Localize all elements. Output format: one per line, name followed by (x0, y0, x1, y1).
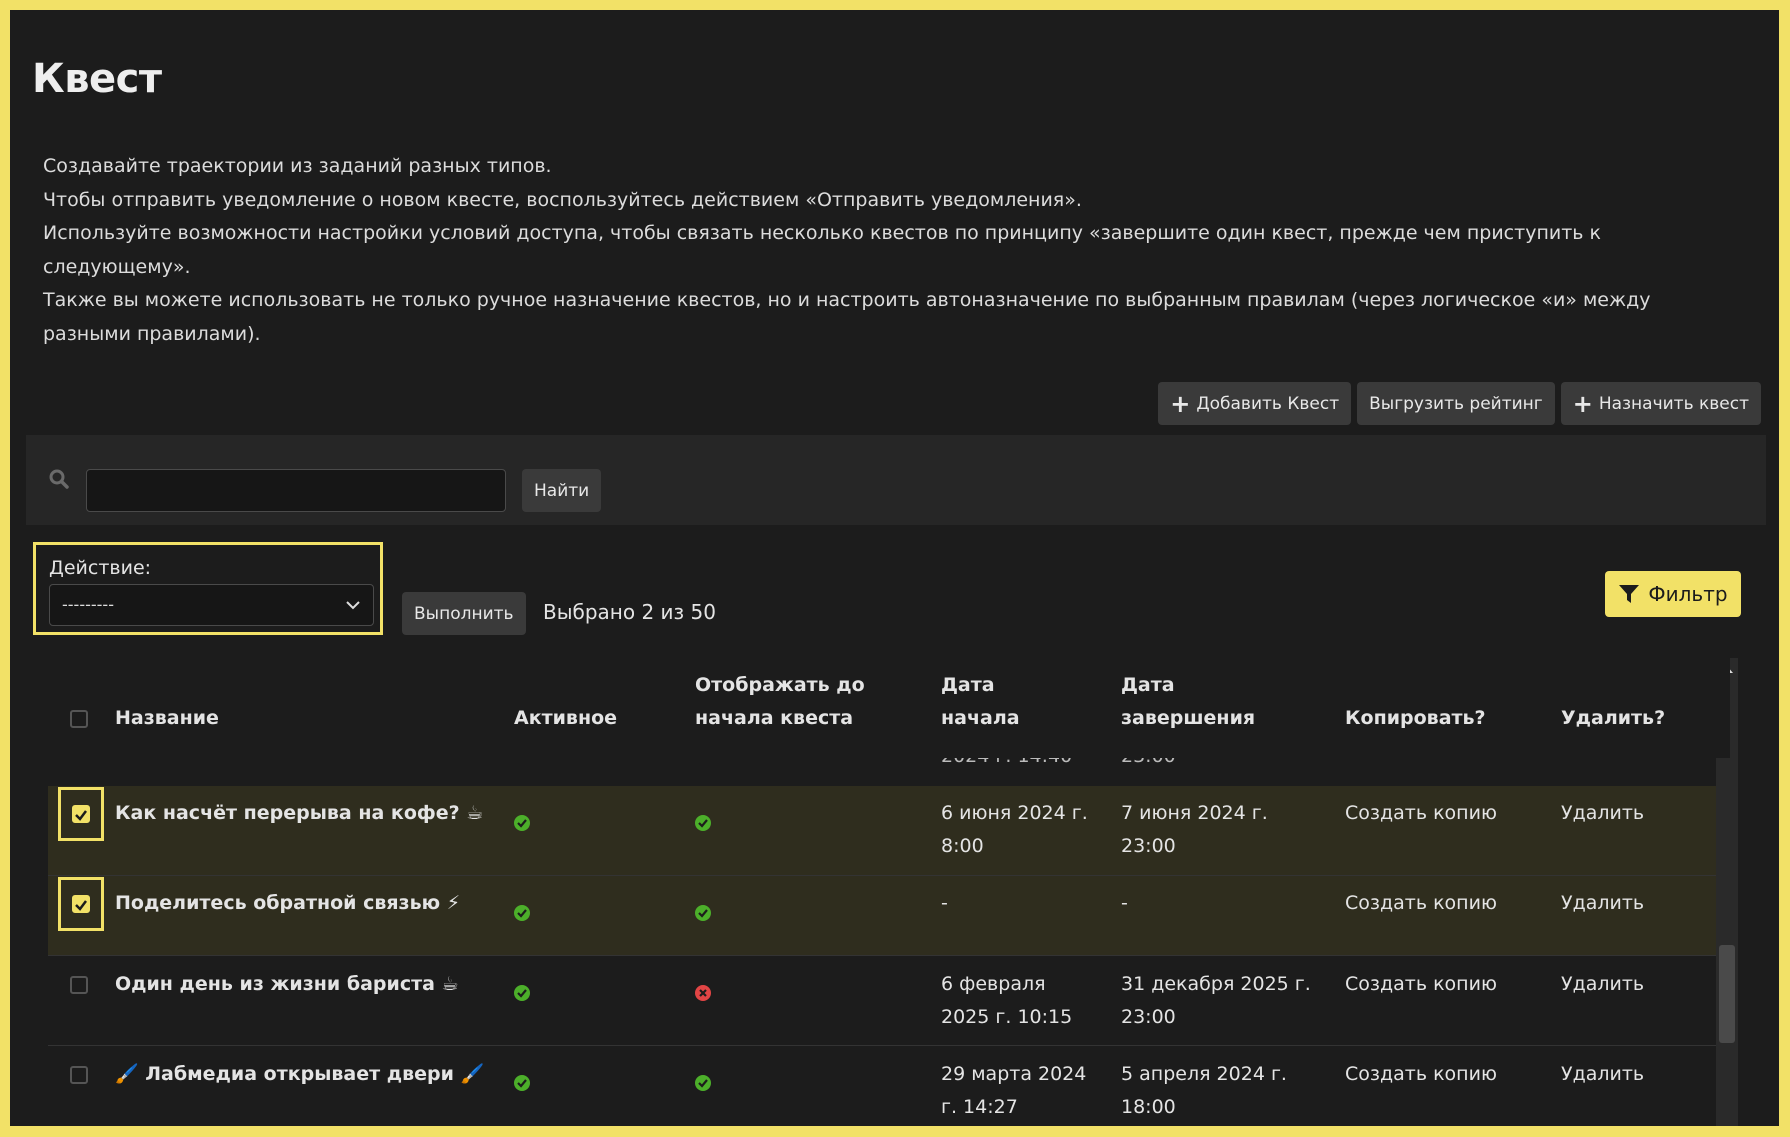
export-rating-button[interactable]: Выгрузить рейтинг (1357, 382, 1555, 425)
end-date-line: 23:00 (1121, 1006, 1176, 1028)
end-date-line: 7 июня 2024 г. (1121, 802, 1268, 824)
active-yes-icon (514, 1075, 530, 1091)
run-action-button[interactable]: Выполнить (402, 592, 526, 635)
column-header-text: Отображать до (695, 674, 865, 696)
start-date-line: 8:00 (941, 835, 984, 857)
column-header-name[interactable]: Название (115, 702, 219, 735)
delete-link[interactable]: Удалить (1561, 1058, 1644, 1091)
checkmark-icon (75, 900, 87, 911)
search-button[interactable]: Найти (522, 469, 602, 512)
start-date: 29 марта 2024 г. 14:27 (941, 1058, 1086, 1124)
action-selector: Действие: --------- (33, 542, 383, 635)
checkmark-icon (75, 810, 87, 821)
filter-label: Фильтр (1648, 582, 1728, 606)
create-copy-link[interactable]: Создать копию (1345, 1058, 1497, 1091)
active-yes-icon (514, 985, 530, 1001)
row-checkbox[interactable] (70, 976, 88, 994)
end-date: 5 апреля 2024 г. 18:00 (1121, 1058, 1287, 1124)
table-row[interactable]: Как насчёт перерыва на кофе? ☕ 6 июня 20… (48, 786, 1724, 876)
row-checkbox[interactable] (72, 805, 90, 823)
create-copy-link[interactable]: Создать копию (1345, 968, 1497, 1001)
search-icon (49, 469, 69, 489)
start-date-line: 2025 г. 10:15 (941, 1006, 1073, 1028)
column-header-copy: Копировать? (1345, 707, 1486, 729)
start-date-line: г. 14:27 (941, 1096, 1018, 1118)
plus-icon: + (1572, 389, 1593, 418)
column-header-active[interactable]: Активное (514, 702, 617, 735)
create-copy-link[interactable]: Создать копию (1345, 797, 1497, 830)
row-checkbox[interactable] (70, 1066, 88, 1084)
column-header-text: завершения (1121, 707, 1256, 729)
create-copy-link[interactable]: Создать копию (1345, 887, 1497, 920)
chevron-down-icon (346, 601, 360, 610)
quest-name-link[interactable]: 🖌️ Лабмедиа открывает двери 🖌️ (115, 1058, 484, 1091)
add-quest-button[interactable]: + Добавить Квест (1158, 382, 1352, 425)
description-line: Также вы можете использовать не только р… (43, 289, 1651, 345)
description-line: Создавайте траектории из заданий разных … (43, 155, 552, 177)
column-header-text: Дата (941, 674, 995, 696)
end-date: 7 июня 2024 г. 23:00 (1121, 797, 1268, 863)
search-button-label: Найти (534, 480, 590, 501)
scroll-thumb[interactable] (1719, 945, 1735, 1043)
end-date: 31 декабря 2025 г. 23:00 (1121, 968, 1311, 1034)
start-date-line: 29 марта 2024 (941, 1063, 1087, 1085)
delete-link[interactable]: Удалить (1561, 797, 1644, 830)
table-header: Название Активное Отображать до начала к… (48, 658, 1730, 758)
column-header-start-date[interactable]: Дата начала (941, 669, 1020, 735)
quest-name-link[interactable]: Поделитесь обратной связью ⚡ (115, 887, 460, 920)
end-date-line: 23:00 (1121, 835, 1176, 857)
delete-link[interactable]: Удалить (1561, 968, 1644, 1001)
assign-quest-label: Назначить квест (1598, 393, 1749, 414)
add-quest-label: Добавить Квест (1196, 393, 1340, 414)
action-select[interactable]: --------- (49, 584, 374, 626)
table-row[interactable]: Один день из жизни бариста ☕ 6 февраля 2… (48, 956, 1724, 1046)
export-rating-label: Выгрузить рейтинг (1369, 393, 1543, 414)
assign-quest-button[interactable]: + Назначить квест (1560, 382, 1761, 425)
start-date: - (941, 892, 948, 914)
filter-button[interactable]: Фильтр (1605, 571, 1741, 617)
object-tools: + Добавить Квест Выгрузить рейтинг + Наз… (1158, 382, 1761, 425)
search-bar: Найти (26, 435, 1766, 525)
delete-link[interactable]: Удалить (1561, 887, 1644, 920)
start-date-line: 6 июня 2024 г. (941, 802, 1088, 824)
column-header-text: Дата (1121, 674, 1175, 696)
show-before-yes-icon (695, 905, 711, 921)
search-input[interactable] (86, 469, 506, 512)
column-header-end-date[interactable]: Дата завершения (1121, 669, 1255, 735)
show-before-yes-icon (695, 815, 711, 831)
selection-counter: Выбрано 2 из 50 (543, 600, 716, 624)
action-label: Действие: (49, 557, 152, 579)
row-checkbox[interactable] (72, 895, 90, 913)
filter-icon (1619, 585, 1640, 603)
start-date-line: 6 февраля (941, 973, 1046, 995)
admin-page: Квест Создавайте траектории из заданий р… (10, 10, 1779, 1126)
quest-name-link[interactable]: Один день из жизни бариста ☕ (115, 968, 459, 1001)
quest-name-link[interactable]: Как насчёт перерыва на кофе? ☕ (115, 797, 483, 830)
description-line: Используйте возможности настройки услови… (43, 222, 1601, 278)
page-description: Создавайте траектории из заданий разных … (43, 150, 1743, 351)
table-row[interactable]: Поделитесь обратной связью ⚡ - - Создать… (48, 876, 1724, 956)
end-date: - (1121, 892, 1128, 914)
column-header-text: начала квеста (695, 707, 854, 729)
active-yes-icon (514, 815, 530, 831)
plus-icon: + (1170, 389, 1191, 418)
show-before-yes-icon (695, 1075, 711, 1091)
column-header-delete: Удалить? (1561, 707, 1666, 729)
end-date-line: 31 декабря 2025 г. (1121, 973, 1311, 995)
active-yes-icon (514, 905, 530, 921)
table-row[interactable]: 🖌️ Лабмедиа открывает двери 🖌️ 29 марта … (48, 1046, 1724, 1126)
start-date: 6 февраля 2025 г. 10:15 (941, 968, 1072, 1034)
action-select-value: --------- (62, 595, 114, 614)
select-all-checkbox[interactable] (70, 710, 88, 728)
description-line: Чтобы отправить уведомление о новом квес… (43, 188, 1082, 211)
show-before-no-icon (695, 985, 711, 1001)
end-date-line: 18:00 (1121, 1096, 1176, 1118)
quest-table: Название Активное Отображать до начала к… (48, 658, 1730, 1126)
end-date-line: 5 апреля 2024 г. (1121, 1063, 1287, 1085)
column-header-text: начала (941, 707, 1020, 729)
run-action-label: Выполнить (414, 603, 514, 624)
start-date: 6 июня 2024 г. 8:00 (941, 797, 1088, 863)
page-title: Квест (32, 56, 162, 102)
column-header-show-before[interactable]: Отображать до начала квеста (695, 669, 865, 735)
